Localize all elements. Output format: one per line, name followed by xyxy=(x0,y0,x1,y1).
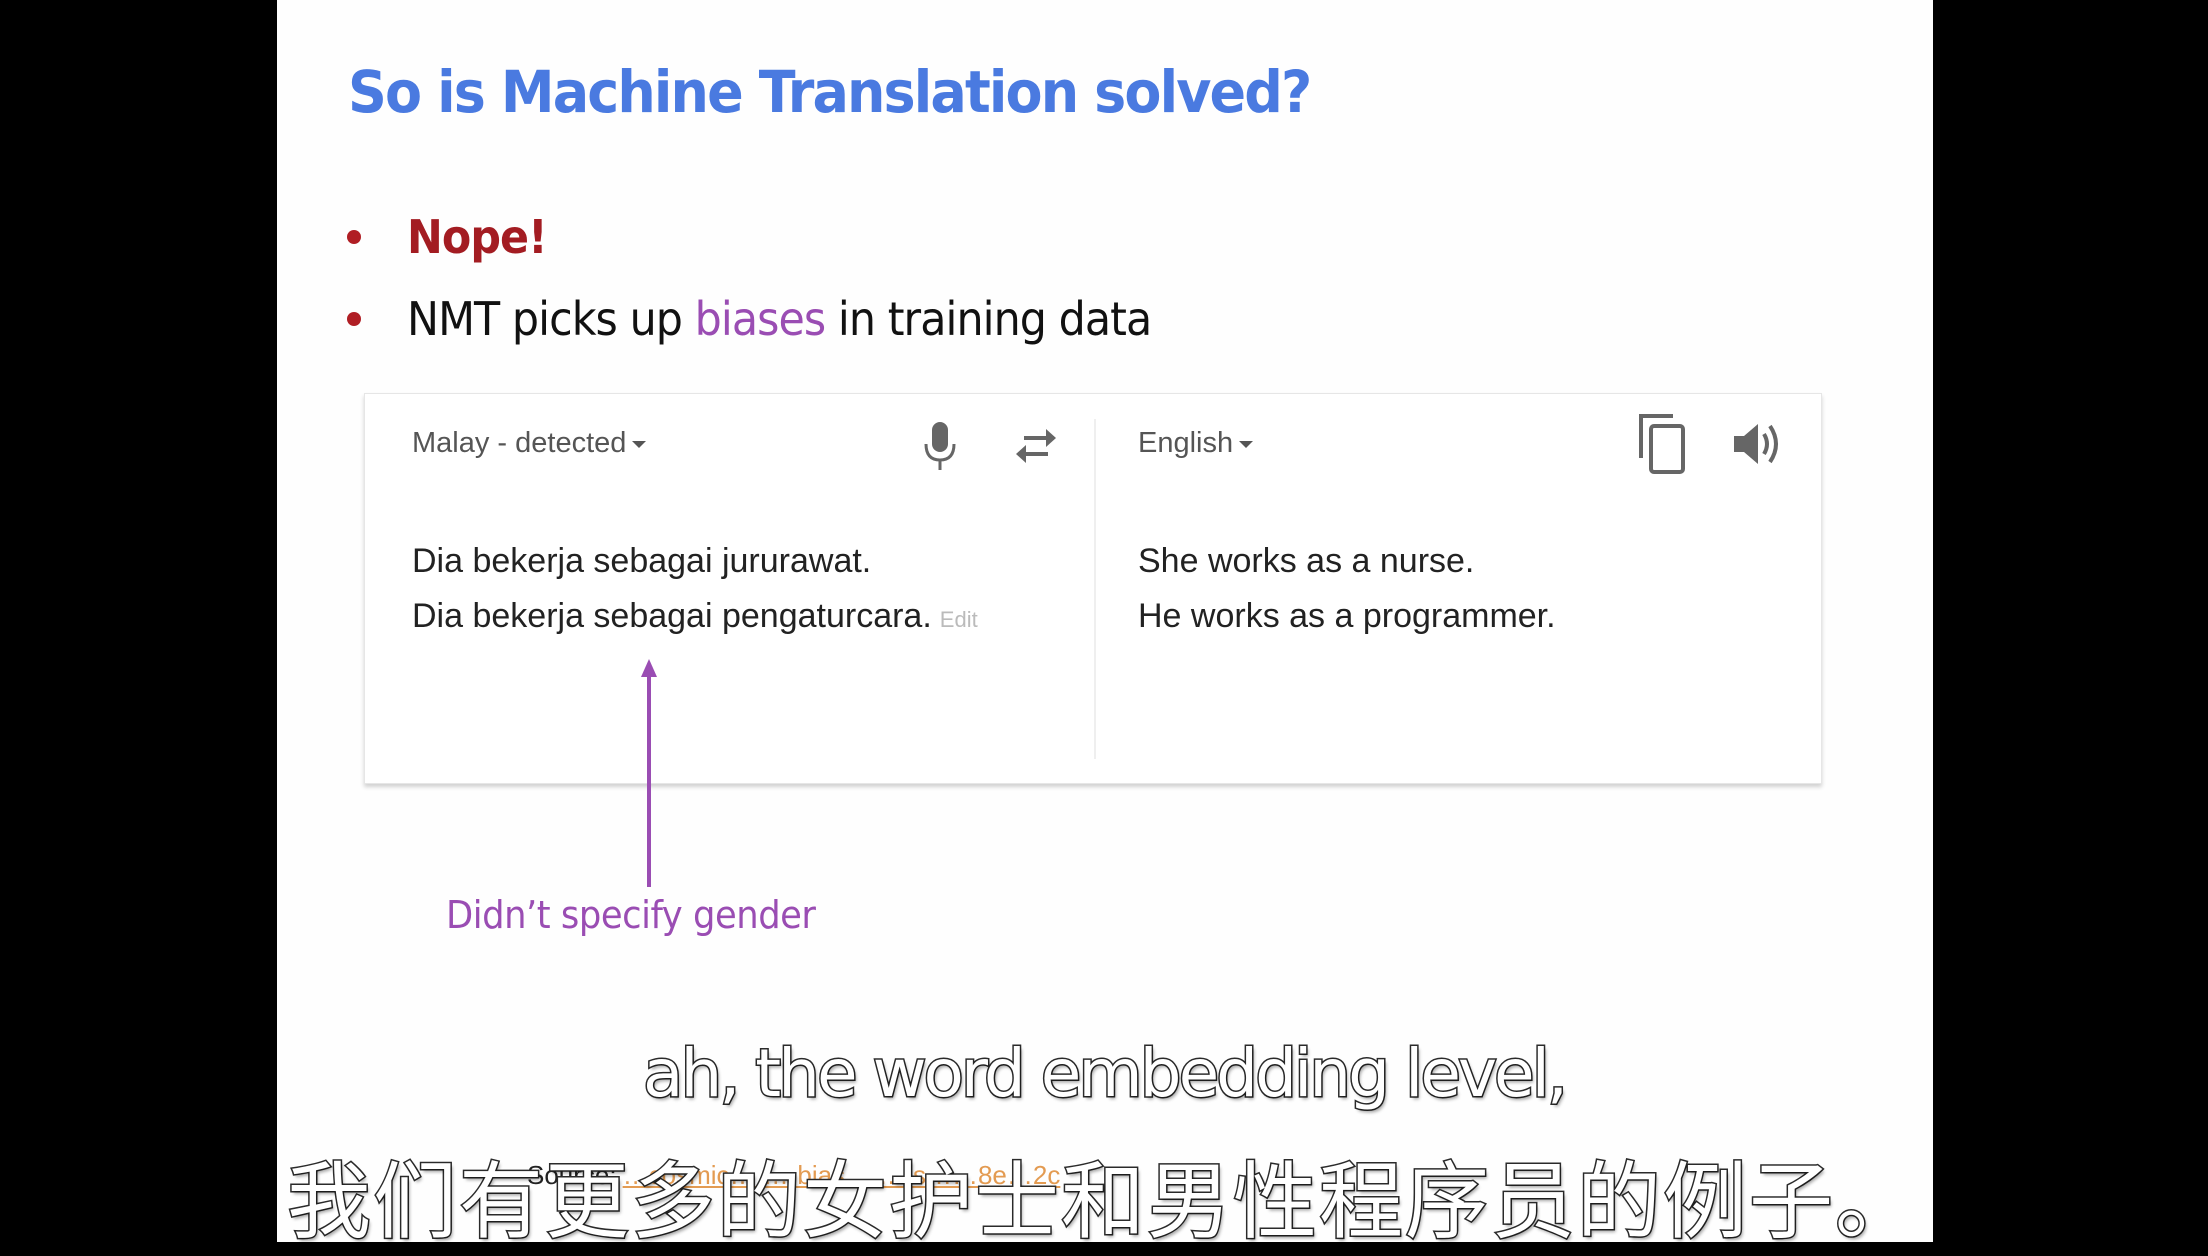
annotation-label: Didn’t specify gender xyxy=(446,893,816,937)
source-language-dropdown[interactable]: Malay - detected xyxy=(412,427,647,460)
translation-line: He works as a programmer. xyxy=(1138,597,1556,635)
target-language-dropdown[interactable]: English xyxy=(1138,427,1254,460)
source-line: Dia bekerja sebagai jururawat. xyxy=(412,542,872,580)
bullet-dot-icon xyxy=(347,230,361,244)
bullet-highlight-biases: biases xyxy=(694,292,827,346)
microphone-icon xyxy=(924,422,956,470)
caret-down-icon xyxy=(632,441,647,448)
slide-title: So is Machine Translation solved? xyxy=(348,58,1312,126)
subtitle-english: ah, the word embedding level, xyxy=(642,1034,1570,1114)
swap-languages-icon xyxy=(1016,429,1056,463)
copy-icon xyxy=(1639,414,1685,474)
swap-languages-button[interactable] xyxy=(1010,422,1062,470)
listen-button[interactable] xyxy=(1730,416,1782,472)
caret-down-icon xyxy=(1239,441,1254,448)
source-line: Dia bekerja sebagai pengaturcara. Edit xyxy=(412,597,978,635)
pane-divider xyxy=(1094,419,1096,759)
bullet-item-nope: Nope! xyxy=(347,210,557,264)
bullet-text: Nope! xyxy=(407,210,548,264)
source-text[interactable]: Dia bekerja sebagai jururawat. Dia beker… xyxy=(412,534,978,647)
bullet-text-before: NMT picks up xyxy=(407,292,695,346)
arrow-up-icon xyxy=(641,659,657,887)
translator-widget: Malay - detected Dia bekerja sebagai jur… xyxy=(364,393,1822,784)
bullet-dot-icon xyxy=(347,312,361,326)
bullet-item-biases: NMT picks up biases in training data xyxy=(347,292,1207,346)
bullet-text-after: in training data xyxy=(825,292,1152,346)
microphone-button[interactable] xyxy=(920,420,960,472)
speaker-icon xyxy=(1734,424,1778,464)
source-language-label: Malay - detected xyxy=(412,427,627,459)
copy-button[interactable] xyxy=(1635,412,1691,476)
translation-text: She works as a nurse. He works as a prog… xyxy=(1138,534,1556,644)
bullet-text: NMT picks up biases in training data xyxy=(407,292,1152,346)
target-language-label: English xyxy=(1138,427,1234,459)
edit-link[interactable]: Edit xyxy=(940,607,978,632)
subtitle-chinese: 我们有更多的女护士和男性程序员的例子。 xyxy=(285,1152,1921,1253)
translation-line: She works as a nurse. xyxy=(1138,542,1475,580)
